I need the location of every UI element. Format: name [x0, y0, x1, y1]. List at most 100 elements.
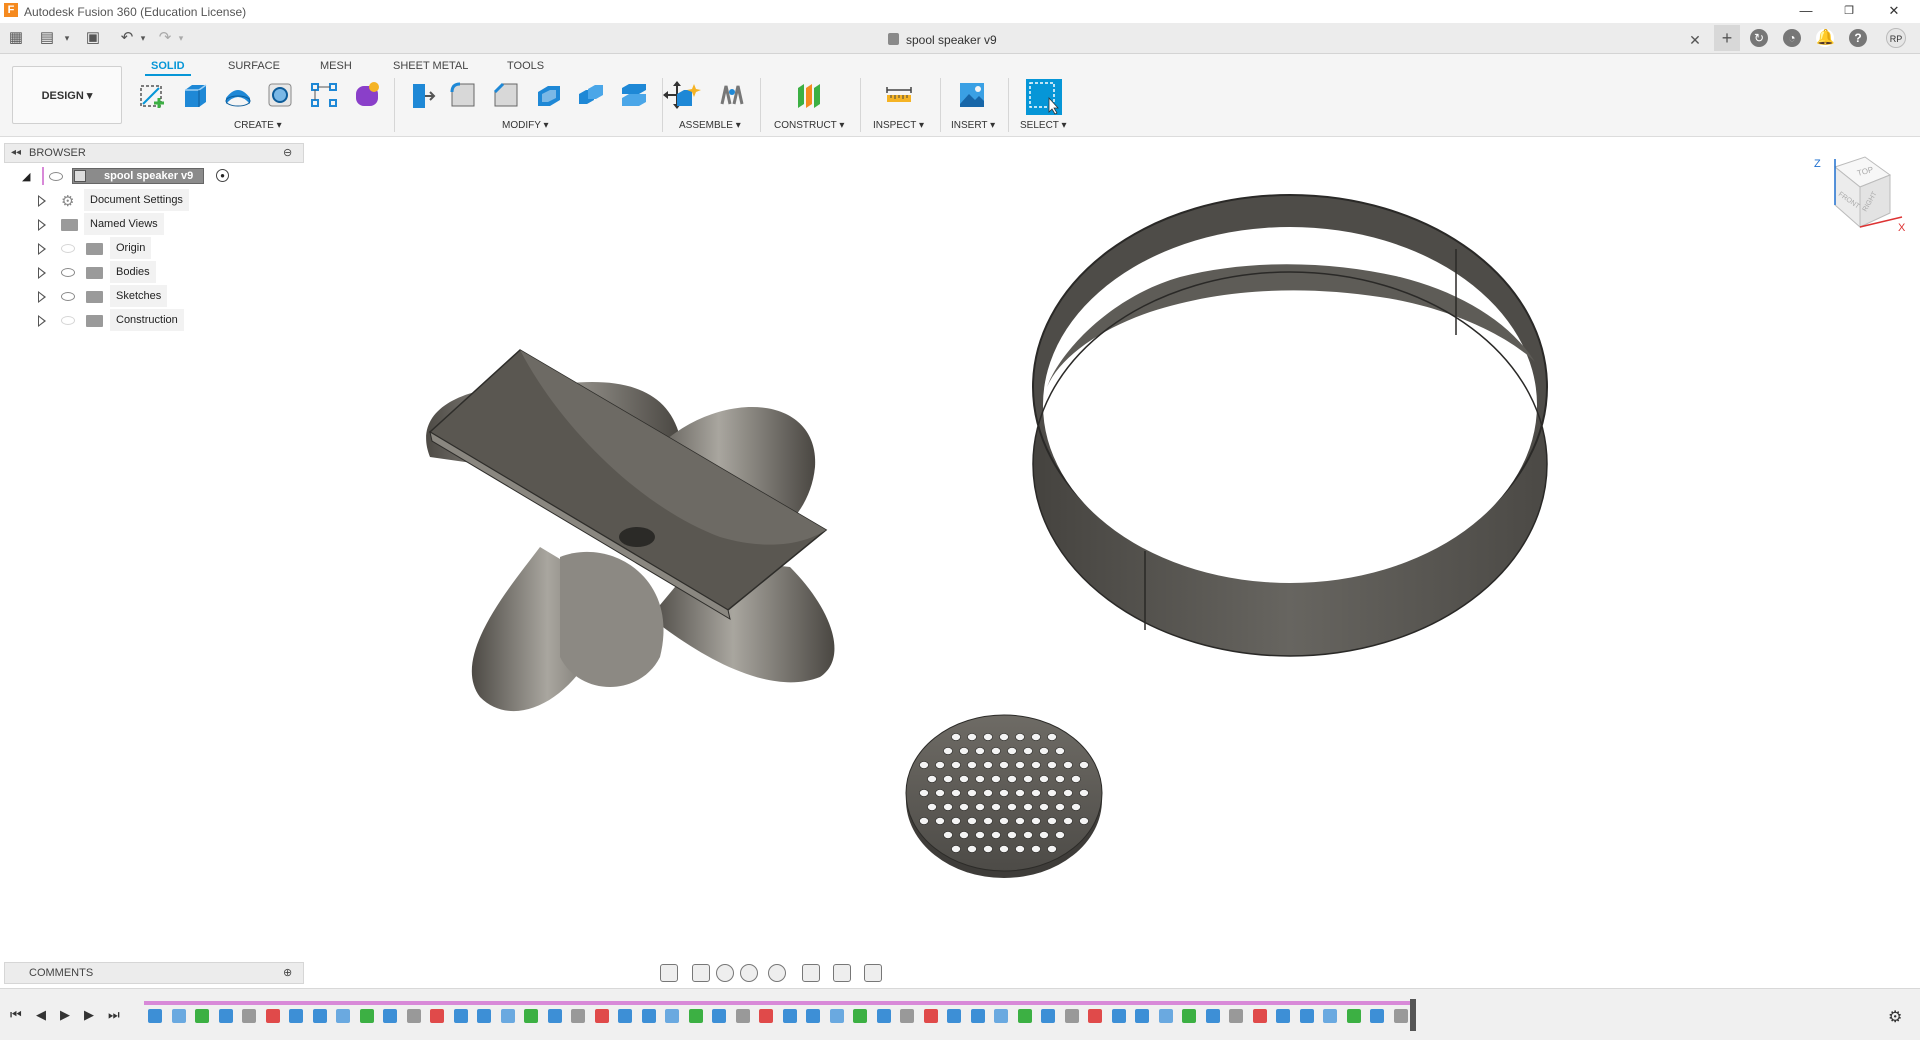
- orbit-icon[interactable]: [660, 964, 678, 982]
- construct-group-label[interactable]: CONSTRUCT ▾: [774, 120, 844, 131]
- model-canvas[interactable]: TOP FRONT RIGHT Z X: [0, 137, 1920, 959]
- outer-ring-model[interactable]: [1032, 194, 1548, 657]
- grid-settings-icon[interactable]: [833, 964, 851, 982]
- timeline-feature-icon[interactable]: [524, 1009, 538, 1023]
- close-window-button[interactable]: ✕: [1879, 2, 1909, 20]
- viewcube[interactable]: TOP FRONT RIGHT Z X: [1814, 156, 1906, 234]
- play-icon[interactable]: ▶: [60, 1007, 70, 1023]
- timeline-feature-icon[interactable]: [829, 1009, 844, 1023]
- press-pull-icon[interactable]: [406, 80, 436, 110]
- restore-button[interactable]: ❐: [1834, 2, 1864, 20]
- select-icon[interactable]: [1025, 78, 1063, 116]
- timeline-feature-icon[interactable]: [994, 1009, 1008, 1023]
- offset-plane-icon[interactable]: [794, 80, 824, 110]
- help-icon[interactable]: ?: [1849, 29, 1867, 47]
- insert-group-label[interactable]: INSERT ▾: [951, 120, 995, 131]
- minimize-button[interactable]: —: [1791, 2, 1821, 20]
- inspect-group-label[interactable]: INSPECT ▾: [873, 120, 924, 131]
- timeline-feature-icon[interactable]: [171, 1009, 186, 1023]
- assemble-group-label[interactable]: ASSEMBLE ▾: [679, 120, 741, 131]
- timeline-feature-icon[interactable]: [1041, 1009, 1055, 1023]
- timeline-feature-icon[interactable]: [665, 1009, 679, 1023]
- timeline-feature-icon[interactable]: [547, 1009, 562, 1023]
- shell-icon[interactable]: [534, 80, 564, 110]
- timeline-feature-icon[interactable]: [1064, 1009, 1079, 1023]
- go-to-end-icon[interactable]: ⏭: [108, 1007, 120, 1023]
- extrude-icon[interactable]: [180, 80, 210, 110]
- chevron-down-icon[interactable]: ▾: [58, 29, 76, 47]
- display-settings-icon[interactable]: [802, 964, 820, 982]
- timeline-feature-icon[interactable]: [735, 1009, 750, 1023]
- timeline-feature-icon[interactable]: [1393, 1009, 1408, 1023]
- combine-icon[interactable]: [576, 80, 606, 110]
- timeline-feature-icon[interactable]: [853, 1009, 867, 1023]
- close-tab-icon[interactable]: ✕: [1686, 31, 1704, 49]
- timeline-feature-icon[interactable]: [900, 1009, 914, 1023]
- create-group-label[interactable]: CREATE ▾: [234, 120, 282, 131]
- insert-image-icon[interactable]: [957, 80, 987, 110]
- pan-hand-icon[interactable]: [716, 964, 734, 982]
- tab-solid[interactable]: SOLID: [145, 60, 191, 76]
- timeline-feature-icon[interactable]: [406, 1009, 421, 1023]
- create-sketch-icon[interactable]: [137, 80, 167, 110]
- timeline-feature-icon[interactable]: [383, 1009, 397, 1023]
- timeline-feature-icon[interactable]: [195, 1009, 209, 1023]
- new-component-icon[interactable]: [674, 80, 704, 110]
- timeline-feature-icon[interactable]: [289, 1009, 303, 1023]
- new-tab-plus-icon[interactable]: +: [1714, 25, 1740, 51]
- tab-surface[interactable]: SURFACE: [228, 60, 280, 72]
- timeline-feature-icon[interactable]: [1111, 1009, 1126, 1023]
- chamfer-icon[interactable]: [491, 80, 521, 110]
- timeline-feature-icon[interactable]: [453, 1009, 468, 1023]
- hole-icon[interactable]: [265, 80, 295, 110]
- redo-dropdown-icon[interactable]: ▾: [172, 29, 190, 47]
- timeline-feature-icon[interactable]: [1182, 1009, 1196, 1023]
- timeline-feature-icon[interactable]: [923, 1009, 938, 1023]
- go-to-start-icon[interactable]: ⏮: [10, 1007, 22, 1023]
- split-body-icon[interactable]: [619, 80, 649, 110]
- tab-sheet-metal[interactable]: SHEET METAL: [393, 60, 468, 72]
- rectangular-pattern-icon[interactable]: [309, 80, 339, 110]
- timeline-feature-icon[interactable]: [1135, 1009, 1149, 1023]
- step-forward-icon[interactable]: ▶: [84, 1007, 94, 1023]
- timeline-feature-icon[interactable]: [336, 1009, 350, 1023]
- timeline-feature-icon[interactable]: [806, 1009, 820, 1023]
- timeline-feature-icon[interactable]: [1323, 1009, 1337, 1023]
- timeline-marker[interactable]: [1410, 999, 1416, 1031]
- timeline-feature-icon[interactable]: [218, 1009, 233, 1023]
- timeline-feature-icon[interactable]: [1346, 1009, 1361, 1023]
- timeline-feature-icon[interactable]: [242, 1009, 256, 1023]
- timeline-feature-icon[interactable]: [1229, 1009, 1243, 1023]
- timeline-feature-icon[interactable]: [688, 1009, 703, 1023]
- select-group-label[interactable]: SELECT ▾: [1020, 120, 1067, 131]
- timeline-feature-icon[interactable]: [782, 1009, 797, 1023]
- tab-tools[interactable]: TOOLS: [507, 60, 544, 72]
- timeline-feature-icon[interactable]: [1017, 1009, 1032, 1023]
- file-menu-icon[interactable]: ▤: [38, 29, 56, 47]
- user-avatar[interactable]: RP: [1886, 28, 1906, 48]
- joint-icon[interactable]: [717, 80, 747, 110]
- timeline-feature-icon[interactable]: [1276, 1009, 1290, 1023]
- timeline-feature-icon[interactable]: [1299, 1009, 1314, 1023]
- timeline-feature-icon[interactable]: [1088, 1009, 1102, 1023]
- create-form-icon[interactable]: [352, 80, 382, 110]
- revolve-icon[interactable]: [223, 80, 253, 110]
- workspace-switcher-button[interactable]: DESIGN ▾: [12, 66, 122, 124]
- modify-group-label[interactable]: MODIFY ▾: [502, 120, 549, 131]
- timeline-settings-gear-icon[interactable]: ⚙: [1888, 1007, 1902, 1027]
- timeline-feature-icon[interactable]: [265, 1009, 280, 1023]
- zoom-icon[interactable]: [740, 964, 758, 982]
- timeline-feature-icon[interactable]: [970, 1009, 985, 1023]
- timeline-feature-icon[interactable]: [947, 1009, 961, 1023]
- grille-disc-model[interactable]: [905, 714, 1103, 878]
- step-back-icon[interactable]: ◀: [36, 1007, 46, 1023]
- save-icon[interactable]: ▣: [84, 29, 102, 47]
- timeline-feature-icon[interactable]: [1252, 1009, 1267, 1023]
- extensions-icon[interactable]: ↻: [1750, 29, 1768, 47]
- timeline-feature-icon[interactable]: [477, 1009, 491, 1023]
- data-panel-grid-icon[interactable]: ▦: [7, 29, 25, 47]
- add-comment-icon[interactable]: ⊕: [283, 963, 292, 983]
- job-status-icon[interactable]: ◔: [1783, 29, 1801, 47]
- timeline-feature-icon[interactable]: [1158, 1009, 1173, 1023]
- notifications-bell-icon[interactable]: 🔔: [1816, 29, 1835, 47]
